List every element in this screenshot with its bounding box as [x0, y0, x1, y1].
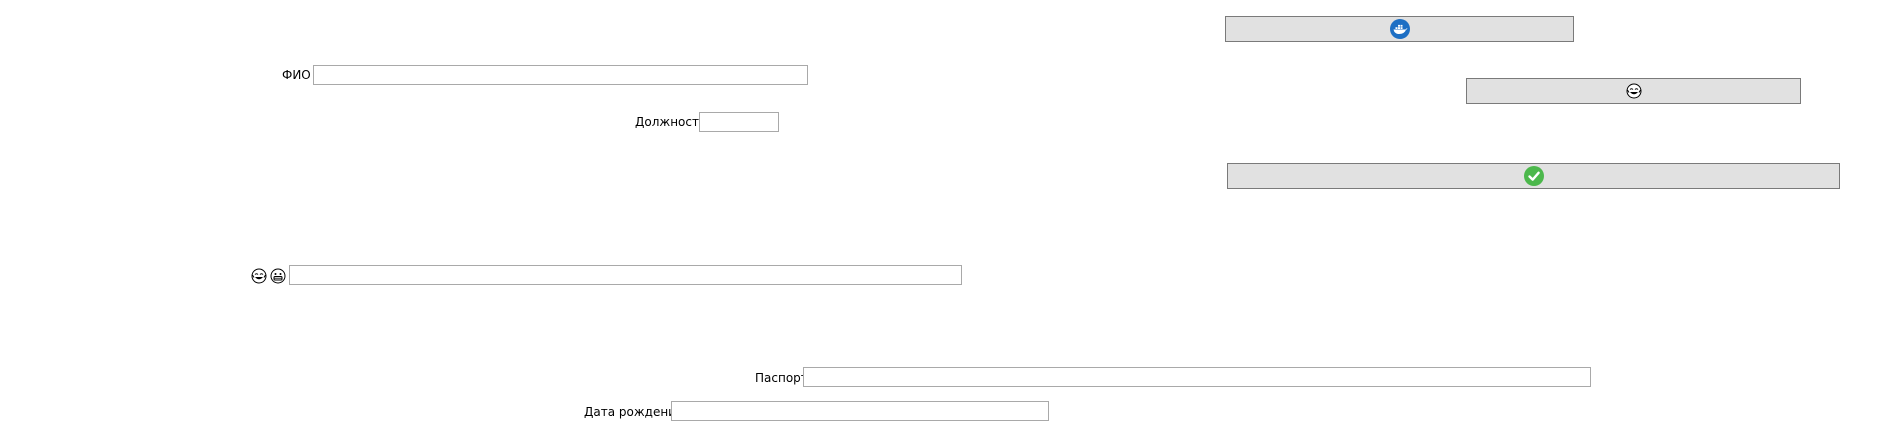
check-mark-icon [1523, 166, 1544, 186]
docker-button[interactable] [1225, 16, 1574, 42]
birth-date-input[interactable] [671, 401, 1049, 421]
emoji-button[interactable] [1466, 78, 1801, 104]
grinning-tears-emoji-icon [1626, 83, 1642, 99]
grinning-tears-emoji-icon [251, 268, 267, 284]
position-input[interactable] [699, 112, 779, 132]
position-label: Должность [635, 115, 707, 129]
passport-label: Паспорт [755, 371, 808, 385]
confirm-button[interactable] [1227, 163, 1840, 189]
passport-input[interactable] [803, 367, 1591, 387]
fio-input[interactable] [313, 65, 808, 85]
fio-label: ФИО [282, 68, 311, 82]
emoji-row-input[interactable] [289, 265, 962, 285]
whale-docker-icon [1389, 19, 1410, 39]
grinning-face-emoji-icon [270, 268, 286, 284]
